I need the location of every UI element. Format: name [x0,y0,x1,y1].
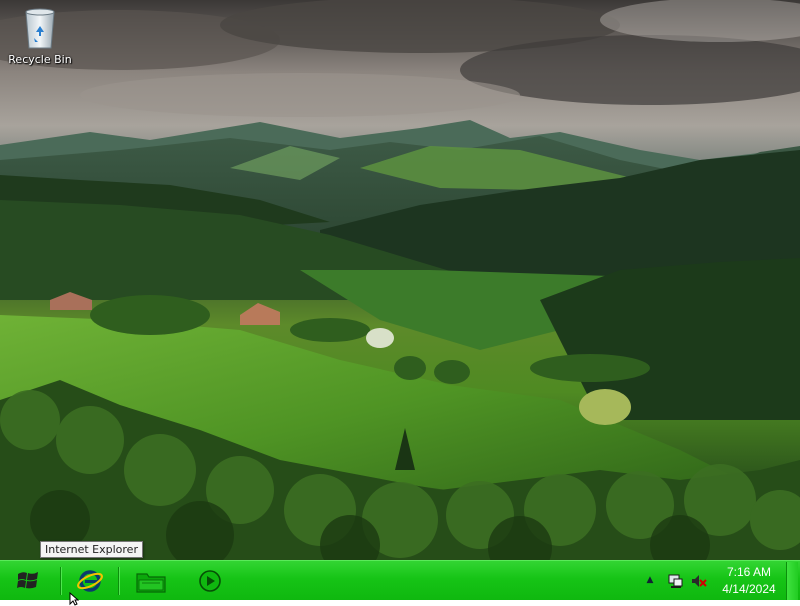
windows-logo-icon [17,572,38,589]
media-player-icon [199,570,221,592]
start-button[interactable] [6,564,50,598]
taskbar-tooltip: Internet Explorer [40,541,143,558]
taskbar: ▲ 7:16 AM 4/14/2024 [0,560,800,600]
recycle-bin-desktop-icon[interactable]: Recycle Bin [4,6,76,66]
desktop-wallpaper [0,0,800,560]
landscape-image [0,0,800,560]
taskbar-separator [60,567,62,595]
taskbar-separator [118,567,120,595]
show-desktop-button[interactable] [786,562,798,600]
recycle-bin-icon [20,6,60,50]
system-clock[interactable]: 7:16 AM 4/14/2024 [716,564,782,598]
clock-time: 7:16 AM [726,565,772,579]
internet-explorer-icon [77,570,103,592]
clock-date: 4/14/2024 [722,582,776,596]
network-icon[interactable] [668,573,684,589]
taskbar-media-player-button[interactable] [187,564,233,598]
folder-icon [136,573,166,593]
mouse-cursor-icon [69,592,79,606]
volume-muted-icon[interactable] [691,573,707,589]
taskbar-windows-explorer-button[interactable] [128,564,174,598]
show-hidden-icons-button[interactable]: ▲ [643,573,657,587]
recycle-bin-label: Recycle Bin [8,53,72,66]
